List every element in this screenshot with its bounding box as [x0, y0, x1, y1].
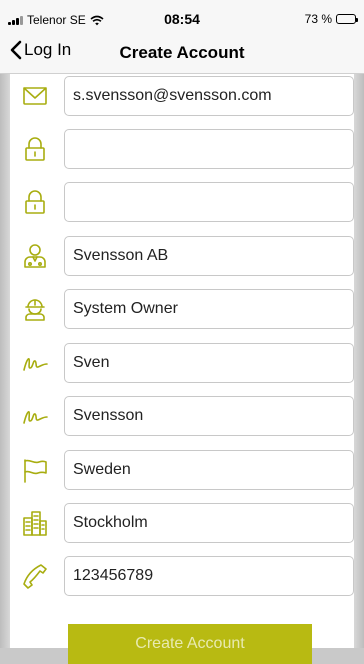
page-title: Create Account — [119, 43, 245, 62]
left-backdrop — [0, 74, 10, 648]
battery-percent: 73 % — [304, 12, 332, 26]
role-field[interactable] — [64, 289, 354, 329]
company-field[interactable] — [64, 236, 354, 276]
password-row — [10, 129, 354, 169]
battery-info: 73 % — [304, 12, 358, 26]
confirm-password-row — [10, 182, 354, 222]
password-field[interactable] — [64, 129, 354, 169]
phone-icon — [23, 564, 47, 589]
country-field[interactable] — [64, 450, 354, 490]
nav-bar: Log In Create Account — [0, 34, 364, 74]
city-row — [10, 503, 354, 543]
last-name-row — [10, 396, 354, 436]
signature-icon — [23, 358, 48, 371]
flag-icon — [24, 459, 47, 483]
company-person-icon — [24, 244, 46, 268]
confirm-password-field[interactable] — [64, 182, 354, 222]
city-buildings-icon — [23, 511, 47, 536]
country-row — [10, 450, 354, 490]
phone-row — [10, 556, 354, 596]
status-bar: Telenor SE 08:54 73 % — [0, 0, 364, 34]
worker-helmet-icon — [25, 299, 45, 321]
city-field[interactable] — [64, 503, 354, 543]
company-row — [10, 236, 354, 276]
lock-icon — [25, 190, 45, 214]
email-row — [10, 76, 354, 116]
battery-icon — [336, 14, 358, 24]
create-account-form: Create Account — [10, 74, 354, 664]
email-field[interactable] — [64, 76, 354, 116]
first-name-row — [10, 343, 354, 383]
create-account-button[interactable]: Create Account — [68, 624, 312, 664]
phone-field[interactable] — [64, 556, 354, 596]
right-backdrop — [354, 74, 364, 648]
last-name-field[interactable] — [64, 396, 354, 436]
role-row — [10, 289, 354, 329]
mail-icon — [23, 87, 47, 105]
lock-icon — [25, 137, 45, 161]
signature-icon — [23, 411, 48, 424]
first-name-field[interactable] — [64, 343, 354, 383]
